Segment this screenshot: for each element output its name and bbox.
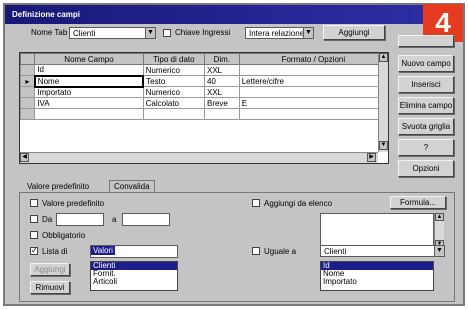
- table-row[interactable]: Importato Numerico XXL: [20, 86, 388, 98]
- table-cell[interactable]: [203, 108, 240, 120]
- grid-header[interactable]: Dim.: [203, 53, 240, 65]
- lista-checkbox[interactable]: ✓: [30, 247, 38, 255]
- chevron-down-icon[interactable]: ▼: [145, 27, 156, 39]
- nome-tab-select[interactable]: Clienti: [69, 27, 145, 39]
- elimina-campo-button[interactable]: Elimina campo: [398, 97, 454, 114]
- table-cell[interactable]: E: [238, 97, 388, 109]
- table-cell[interactable]: [34, 108, 144, 120]
- fields-grid: Nome Campo Tipo di dato Dim. Formato / O…: [19, 52, 389, 164]
- formula-textarea[interactable]: [320, 213, 434, 249]
- formula-button[interactable]: Formula...: [390, 196, 446, 209]
- list-item[interactable]: Articoli: [91, 278, 177, 286]
- nuovo-campo-button[interactable]: Nuovo campo: [398, 55, 454, 72]
- grid-header[interactable]: Tipo di dato: [142, 53, 205, 65]
- inserisci-button[interactable]: Inserisci: [398, 76, 454, 93]
- range-checkbox[interactable]: [30, 215, 38, 223]
- row-marker: ▸: [20, 75, 36, 87]
- nome-tab-label: Nome Tab: [31, 28, 68, 37]
- grid-header[interactable]: Formato / Opzioni: [238, 53, 388, 65]
- lista-label: Lista di: [42, 247, 68, 256]
- table-cell[interactable]: Lettere/cifre: [238, 75, 388, 87]
- table-cell[interactable]: Id: [34, 64, 144, 76]
- aggiungi-da-elenco-checkbox[interactable]: [252, 199, 260, 207]
- aggiungi-da-elenco-label: Aggiungi da elenco: [264, 199, 333, 208]
- scroll-left-icon[interactable]: ◀: [20, 153, 29, 162]
- table-cell[interactable]: Breve: [203, 97, 240, 109]
- table-row[interactable]: [20, 108, 388, 120]
- aggiungi-voce-button[interactable]: Aggiungi: [30, 263, 70, 276]
- uguale-checkbox[interactable]: [252, 247, 260, 255]
- convalida-panel: Valore predefinito Da a Obbligatorio ✓ L…: [19, 192, 455, 302]
- list-item[interactable]: Importato: [321, 278, 433, 286]
- table-cell[interactable]: Importato: [34, 86, 144, 98]
- table-cell[interactable]: [238, 86, 388, 98]
- valore-predefinito-label: Valore predefinito: [42, 199, 105, 208]
- grid-corner: [20, 53, 36, 65]
- range-from-input[interactable]: [56, 213, 104, 226]
- range-to-input[interactable]: [122, 213, 170, 226]
- table-row[interactable]: IVA Calcolato Breve E: [20, 97, 388, 109]
- table-cell[interactable]: [238, 64, 388, 76]
- range-to-label: a: [112, 215, 117, 224]
- table-cell[interactable]: Numerico: [142, 86, 205, 98]
- table-cell[interactable]: XXL: [203, 64, 240, 76]
- table-cell[interactable]: XXL: [203, 86, 240, 98]
- table-cell[interactable]: [238, 108, 388, 120]
- chevron-down-icon[interactable]: ▼: [303, 27, 314, 39]
- svuota-griglia-button[interactable]: Svuota griglia: [398, 118, 454, 135]
- opzioni-button[interactable]: Opzioni: [398, 160, 454, 177]
- tab-convalida[interactable]: Convalida: [109, 180, 155, 192]
- help-button[interactable]: ?: [398, 139, 454, 156]
- chiave-select[interactable]: Intera relazione: [245, 27, 303, 39]
- lista-input-value: Valori: [91, 246, 115, 255]
- uguale-label: Uguale a: [264, 247, 297, 256]
- obbligatorio-label: Obbligatorio: [42, 231, 86, 240]
- table-cell[interactable]: IVA: [34, 97, 144, 109]
- row-marker: [20, 64, 36, 76]
- scroll-right-icon[interactable]: ▶: [367, 153, 376, 162]
- scroll-down-icon[interactable]: ▼: [379, 141, 388, 150]
- obbligatorio-checkbox[interactable]: [30, 231, 38, 239]
- chiave-checkbox[interactable]: [163, 29, 171, 37]
- chevron-down-icon[interactable]: ▼: [434, 245, 445, 257]
- uguale-listbox[interactable]: Id Nome Importato: [320, 261, 434, 291]
- chiave-label: Chiave Ingressi: [175, 28, 231, 37]
- valore-predefinito-checkbox[interactable]: [30, 199, 38, 207]
- table-cell[interactable]: [142, 108, 205, 120]
- scroll-up-icon[interactable]: ▲: [379, 53, 388, 62]
- rimuovi-voce-button[interactable]: Rimuovi: [30, 281, 70, 294]
- scroll-up-icon[interactable]: ▲: [435, 213, 444, 221]
- row-marker: [20, 97, 36, 109]
- row-marker: [20, 108, 36, 120]
- table-cell[interactable]: Calcolato: [142, 97, 205, 109]
- table-cell[interactable]: Numerico: [142, 64, 205, 76]
- lista-input[interactable]: Valori: [90, 245, 178, 258]
- table-row[interactable]: Id Numerico XXL: [20, 64, 388, 76]
- table-cell[interactable]: 40: [203, 75, 240, 87]
- dialog-window: Definizione campi Nome Tab Clienti ▼ Chi…: [3, 3, 465, 306]
- aggiungi-button[interactable]: Aggiungi: [323, 25, 385, 40]
- grid-vertical-scrollbar[interactable]: ▲ ▼: [378, 53, 388, 152]
- table-cell[interactable]: Nome: [33, 74, 145, 88]
- lista-valori-listbox[interactable]: Clienti Fornit. Articoli: [90, 261, 178, 291]
- uguale-select[interactable]: Clienti: [320, 245, 434, 257]
- row-marker: [20, 86, 36, 98]
- side-button-top[interactable]: [398, 35, 454, 47]
- formula-scrollbar[interactable]: ▲ ▼: [434, 213, 444, 249]
- window-title: Definizione campi: [5, 5, 463, 24]
- table-row[interactable]: ▸ Nome Testo 40 Lettere/cifre: [20, 74, 388, 88]
- table-cell[interactable]: Testo: [142, 75, 205, 87]
- range-from-label: Da: [42, 215, 53, 224]
- grid-horizontal-scrollbar[interactable]: ◀ ▶: [20, 152, 378, 163]
- grid-header[interactable]: Nome Campo: [34, 53, 144, 65]
